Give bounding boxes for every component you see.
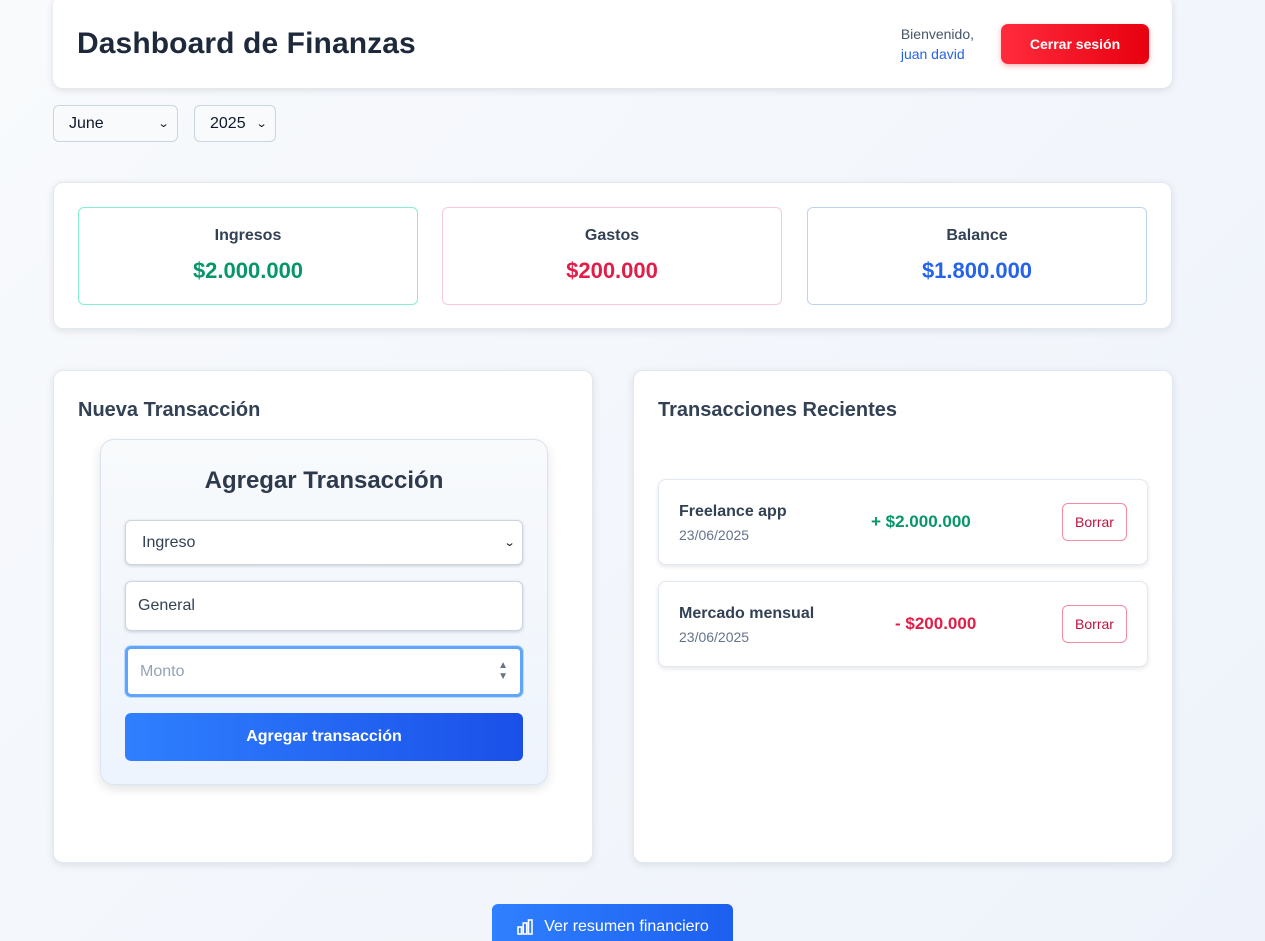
- balance-amount: $1.800.000: [921, 258, 1033, 283]
- expense-label: Gastos: [584, 227, 640, 244]
- amount-placeholder: Monto: [140, 662, 185, 680]
- month-select[interactable]: June ⌄: [53, 105, 178, 142]
- view-summary-label: Ver resumen financiero: [544, 918, 709, 935]
- welcome-label: Bienvenido,: [900, 26, 974, 42]
- recent-transactions-panel: Transacciones Recientes Freelance app 23…: [633, 370, 1173, 863]
- date-filters: June ⌄ 2025 ⌄: [53, 105, 276, 142]
- logout-button[interactable]: Cerrar sesión: [1001, 24, 1149, 64]
- spinner-arrows-icon[interactable]: ▲ ▼: [498, 661, 508, 682]
- transaction-type-value: Ingreso: [142, 533, 196, 551]
- transaction-description: Mercado mensual: [679, 605, 815, 622]
- user-name: juan david: [900, 46, 965, 62]
- bar-chart-icon: [517, 919, 534, 935]
- expense-card: Gastos $200.000: [442, 207, 782, 305]
- add-transaction-button[interactable]: Agregar transacción: [125, 713, 523, 761]
- recent-transactions-title: Transacciones Recientes: [658, 399, 898, 421]
- month-select-value: June: [69, 114, 104, 132]
- income-card: Ingresos $2.000.000: [78, 207, 418, 305]
- delete-transaction-button[interactable]: Borrar: [1062, 503, 1127, 541]
- transaction-item: Mercado mensual 23/06/2025 - $200.000 Bo…: [658, 581, 1148, 667]
- header-user-area: Bienvenido, juan david Cerrar sesión: [901, 24, 1149, 64]
- summary-section: Ingresos $2.000.000 Gastos $200.000 Bala…: [53, 182, 1172, 329]
- transaction-date: 23/06/2025: [679, 629, 750, 645]
- new-transaction-title: Nueva Transacción: [78, 399, 261, 421]
- balance-label: Balance: [946, 227, 1008, 244]
- header: Dashboard de Finanzas Bienvenido, juan d…: [53, 0, 1172, 88]
- form-title: Agregar Transacción: [204, 467, 444, 494]
- category-value: General: [138, 597, 195, 614]
- page: Dashboard de Finanzas Bienvenido, juan d…: [0, 0, 1265, 941]
- view-summary-button[interactable]: Ver resumen financiero: [492, 904, 733, 941]
- income-amount: $2.000.000: [192, 258, 304, 283]
- chevron-down-icon: ⌄: [503, 537, 516, 549]
- income-label: Ingresos: [214, 227, 282, 244]
- transaction-item: Freelance app 23/06/2025 + $2.000.000 Bo…: [658, 479, 1148, 565]
- expense-amount: $200.000: [566, 258, 658, 283]
- chevron-down-icon: ⌄: [255, 118, 268, 130]
- transaction-amount: - $200.000: [895, 614, 977, 633]
- transaction-description: Freelance app: [679, 503, 787, 520]
- add-transaction-form: Agregar Transacción Ingreso ⌄ General Mo…: [100, 439, 548, 785]
- year-select[interactable]: 2025 ⌄: [194, 105, 276, 142]
- welcome-text: Bienvenido, juan david: [901, 24, 974, 64]
- transaction-date: 23/06/2025: [679, 527, 750, 543]
- page-title: Dashboard de Finanzas: [77, 27, 416, 60]
- balance-card: Balance $1.800.000: [807, 207, 1147, 305]
- amount-input[interactable]: Monto ▲ ▼: [125, 646, 523, 697]
- chevron-down-icon: ⌄: [157, 118, 170, 130]
- new-transaction-panel: Nueva Transacción Agregar Transacción In…: [53, 370, 593, 863]
- delete-transaction-button[interactable]: Borrar: [1062, 605, 1127, 643]
- transaction-amount: + $2.000.000: [871, 512, 971, 531]
- transaction-type-select[interactable]: Ingreso ⌄: [125, 520, 523, 565]
- category-input[interactable]: General: [125, 581, 523, 631]
- year-select-value: 2025: [210, 114, 246, 132]
